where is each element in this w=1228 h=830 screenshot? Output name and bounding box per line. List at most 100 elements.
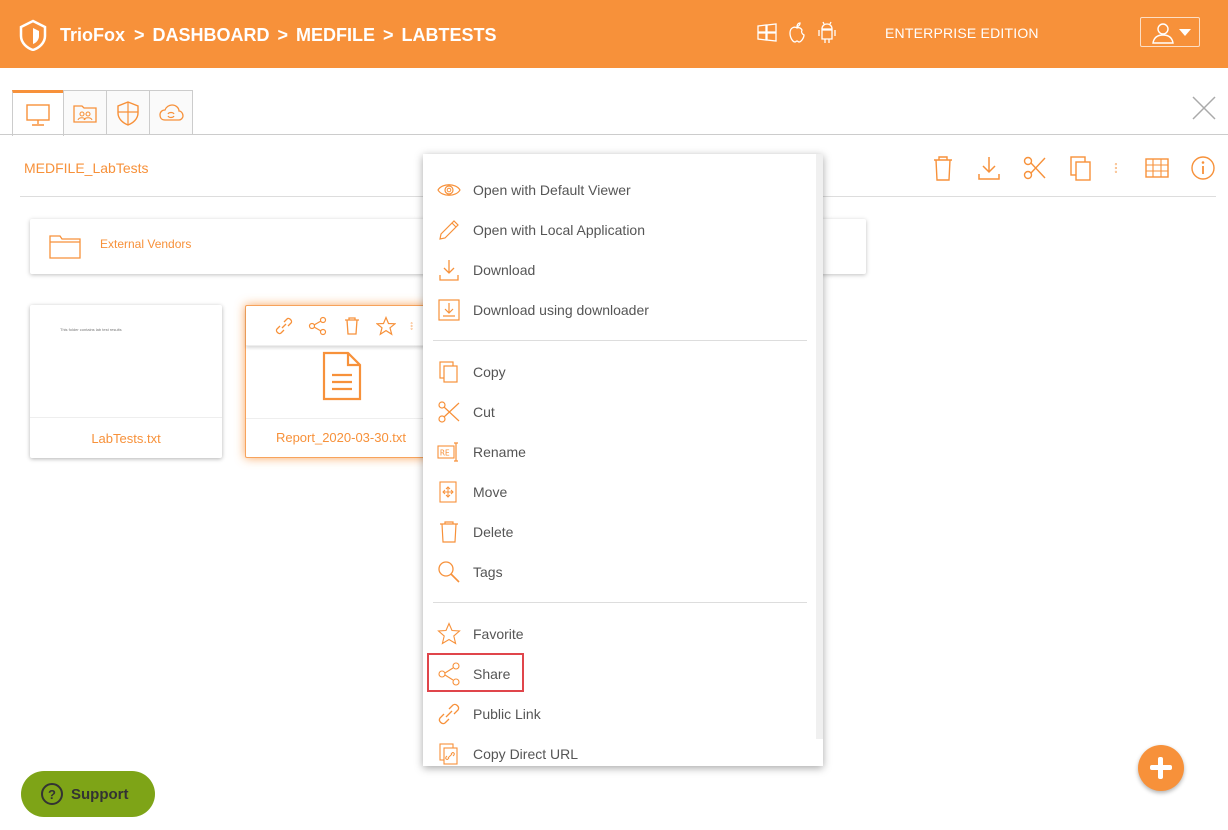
tab-cloud-sync[interactable]: [149, 90, 193, 135]
tab-my-files[interactable]: [12, 90, 64, 136]
android-icon[interactable]: [816, 20, 838, 46]
user-icon: [1152, 23, 1174, 44]
move-icon: [439, 481, 457, 503]
menu-item-copy-direct-url[interactable]: Copy Direct URL: [437, 737, 797, 766]
breadcrumb-sep: >: [383, 25, 394, 45]
copy-icon: [439, 361, 458, 383]
menu-item-public-link[interactable]: Public Link: [437, 697, 797, 731]
brand-name[interactable]: TrioFox: [60, 25, 125, 46]
card-action-bar: [246, 306, 436, 346]
menu-item-label: Download: [473, 262, 536, 278]
info-icon[interactable]: [1190, 154, 1216, 182]
context-menu: Open with Default Viewer Open with Local…: [423, 154, 823, 766]
file-name[interactable]: LabTests.txt: [30, 431, 222, 446]
rename-icon: RE: [437, 442, 458, 462]
share-icon[interactable]: [308, 316, 328, 336]
tab-shared[interactable]: [63, 90, 107, 135]
scissors-icon[interactable]: [1022, 154, 1048, 182]
menu-item-label: Open with Local Application: [473, 222, 645, 238]
link-icon: [438, 703, 460, 725]
breadcrumb-sep: >: [134, 25, 145, 45]
trash-icon[interactable]: [342, 316, 362, 336]
star-icon: [437, 622, 461, 645]
breadcrumb-medfile[interactable]: MEDFILE: [296, 25, 375, 46]
eye-icon: [437, 184, 461, 196]
menu-scrollbar[interactable]: [816, 154, 823, 739]
folder-icon: [49, 235, 81, 259]
menu-item-label: Favorite: [473, 626, 524, 642]
menu-item-move[interactable]: Move: [437, 475, 797, 509]
triofox-logo-icon[interactable]: [18, 19, 48, 51]
support-label: Support: [71, 785, 129, 803]
search-icon: [438, 561, 460, 583]
copy-icon[interactable]: [1068, 154, 1094, 182]
breadcrumb-sep: >: [277, 25, 289, 45]
menu-item-copy[interactable]: Copy: [437, 355, 797, 389]
menu-item-download[interactable]: Download: [437, 253, 797, 287]
support-button[interactable]: ? Support: [21, 771, 155, 817]
star-icon[interactable]: [376, 315, 396, 336]
current-folder-title[interactable]: MEDFILE_LabTests: [24, 160, 149, 176]
top-bar: TrioFox > DASHBOARD > MEDFILE > LABTESTS…: [0, 0, 1228, 68]
share-highlight-box: [427, 653, 524, 692]
menu-item-label: Move: [473, 484, 508, 500]
breadcrumb-dashboard[interactable]: DASHBOARD: [153, 25, 270, 46]
platform-icons: [756, 20, 838, 46]
grid-view-icon[interactable]: [1144, 154, 1170, 182]
menu-item-label: Cut: [473, 404, 495, 420]
pencil-icon: [439, 220, 459, 240]
menu-item-open-default-viewer[interactable]: Open with Default Viewer: [437, 173, 797, 207]
tab-divider: [0, 134, 1228, 135]
trash-icon[interactable]: [930, 154, 956, 182]
monitor-icon: [26, 103, 50, 126]
download-icon[interactable]: [976, 154, 1002, 182]
link-icon[interactable]: [274, 316, 294, 336]
menu-item-tags[interactable]: Tags: [437, 555, 797, 589]
breadcrumb: > DASHBOARD > MEDFILE > LABTESTS: [134, 25, 497, 46]
card-divider: [30, 417, 222, 418]
menu-item-cut[interactable]: Cut: [437, 395, 797, 429]
file-card[interactable]: This folder contains lab test results La…: [30, 305, 222, 458]
shield-icon: [117, 101, 139, 126]
card-divider: [246, 418, 436, 419]
download-icon: [439, 260, 459, 281]
menu-item-label: Copy: [473, 364, 506, 380]
tab-bar: [12, 90, 193, 136]
cloud-sync-icon: [159, 104, 184, 121]
menu-item-delete[interactable]: Delete: [437, 515, 797, 549]
more-vertical-icon[interactable]: [410, 316, 418, 336]
menu-item-label: Copy Direct URL: [473, 746, 579, 762]
trash-icon: [440, 521, 458, 543]
edition-label: ENTERPRISE EDITION: [885, 25, 1039, 41]
more-vertical-icon[interactable]: [1114, 154, 1124, 182]
scissors-icon: [438, 401, 460, 423]
close-icon[interactable]: [1190, 94, 1218, 122]
shared-folder-icon: [73, 105, 97, 123]
chevron-down-icon: [1179, 29, 1191, 36]
apple-icon[interactable]: [786, 20, 808, 46]
add-button[interactable]: [1138, 745, 1184, 791]
copy-link-icon: [439, 743, 458, 765]
download-box-icon: [438, 299, 460, 321]
menu-item-favorite[interactable]: Favorite: [437, 617, 797, 651]
menu-item-download-using-downloader[interactable]: Download using downloader: [437, 293, 797, 327]
breadcrumb-labtests[interactable]: LABTESTS: [402, 25, 497, 46]
menu-item-label: Public Link: [473, 706, 541, 722]
menu-divider: [433, 340, 807, 341]
windows-icon[interactable]: [756, 20, 778, 46]
svg-text:RE: RE: [440, 449, 450, 458]
menu-item-label: Rename: [473, 444, 526, 460]
file-toolbar: [930, 154, 1216, 182]
menu-item-label: Tags: [473, 564, 503, 580]
tab-security[interactable]: [106, 90, 150, 135]
menu-item-rename[interactable]: RE Rename: [437, 435, 797, 469]
text-file-icon: [322, 351, 362, 401]
user-menu-button[interactable]: [1140, 17, 1200, 47]
file-card-selected[interactable]: Report_2020-03-30.txt: [245, 305, 437, 458]
menu-item-label: Download using downloader: [473, 302, 649, 318]
file-preview-text: This folder contains lab test results: [60, 327, 122, 332]
file-name[interactable]: Report_2020-03-30.txt: [246, 430, 436, 445]
menu-item-open-local-app[interactable]: Open with Local Application: [437, 213, 797, 247]
menu-item-label: Delete: [473, 524, 514, 540]
help-icon: ?: [41, 783, 63, 805]
